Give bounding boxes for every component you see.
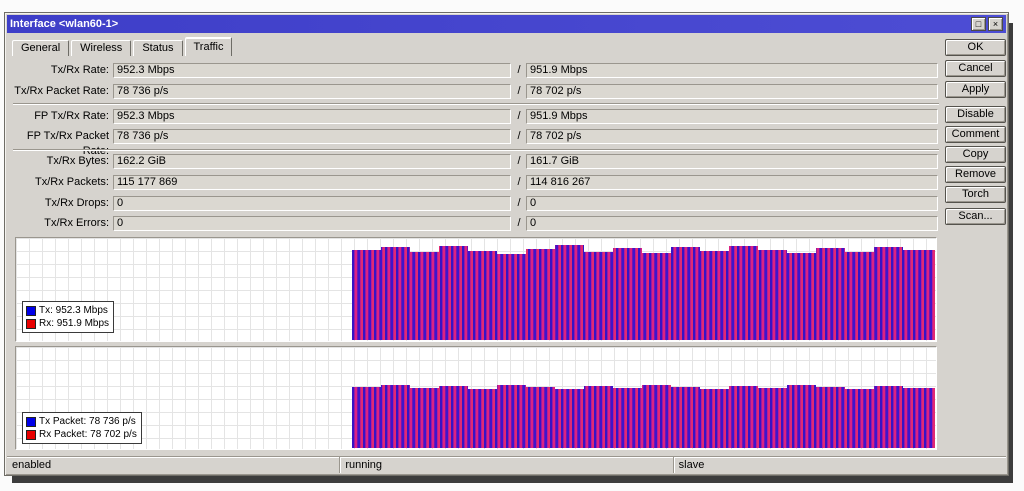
packet-rate-legend: Tx Packet: 78 736 p/s Rx Packet: 78 702 … — [22, 412, 142, 444]
tab-status[interactable]: Status — [133, 40, 183, 56]
tab-traffic[interactable]: Traffic — [184, 37, 233, 56]
txrx-errors-tx-field[interactable]: 0 — [113, 216, 511, 231]
rx-packet-legend-swatch — [26, 429, 36, 440]
txrx-packet-rate-rx-field[interactable]: 78 702 p/s — [526, 84, 938, 99]
txrx-errors-rx-field[interactable]: 0 — [526, 216, 938, 231]
txrx-drops-tx-field[interactable]: 0 — [113, 196, 511, 211]
scan-button[interactable]: Scan... — [945, 208, 1006, 225]
tab-general[interactable]: General — [12, 40, 70, 56]
rx-legend-swatch — [26, 318, 36, 329]
txrx-packets-tx-field[interactable]: 115 177 869 — [113, 175, 511, 190]
status-running: running — [339, 457, 672, 473]
ok-button[interactable]: OK — [945, 39, 1006, 56]
status-bar: enabled running slave — [7, 456, 1006, 473]
fp-txrx-packet-rate-tx-field[interactable]: 78 736 p/s — [113, 129, 511, 144]
maximize-icon[interactable]: □ — [971, 17, 986, 31]
txrx-bytes-tx-field[interactable]: 162.2 GiB — [113, 154, 511, 169]
remove-button[interactable]: Remove — [945, 166, 1006, 183]
comment-button[interactable]: Comment — [945, 126, 1006, 143]
txrx-packet-rate-tx-field[interactable]: 78 736 p/s — [113, 84, 511, 99]
interface-dialog: Interface <wlan60-1> □ × General Wireles… — [4, 12, 1009, 476]
fp-txrx-rate-label: FP Tx/Rx Rate: — [34, 110, 109, 122]
slash-separator: / — [517, 176, 521, 188]
traffic-rate-bars — [352, 245, 935, 340]
close-icon[interactable]: × — [988, 17, 1003, 31]
slash-separator: / — [517, 155, 521, 167]
slash-separator: / — [517, 197, 521, 209]
txrx-packet-rate-label: Tx/Rx Packet Rate: — [14, 85, 109, 97]
title-bar: Interface <wlan60-1> □ × — [7, 15, 1006, 33]
cancel-button[interactable]: Cancel — [945, 60, 1006, 77]
slash-separator: / — [517, 217, 521, 229]
fp-txrx-rate-tx-field[interactable]: 952.3 Mbps — [113, 109, 511, 124]
traffic-rate-legend: Tx: 952.3 Mbps Rx: 951.9 Mbps — [22, 301, 115, 333]
txrx-drops-label: Tx/Rx Drops: — [44, 197, 109, 209]
traffic-rate-chart: Tx: 952.3 Mbps Rx: 951.9 Mbps — [15, 237, 937, 342]
packet-rate-bars — [352, 385, 935, 448]
tx-legend-label: Tx: 952.3 Mbps — [39, 305, 108, 316]
tx-packet-legend-label: Tx Packet: 78 736 p/s — [39, 416, 136, 427]
group-separator — [13, 103, 939, 105]
rx-packet-legend-label: Rx Packet: 78 702 p/s — [39, 429, 137, 440]
txrx-rate-rx-field[interactable]: 951.9 Mbps — [526, 63, 938, 78]
tab-wireless[interactable]: Wireless — [71, 40, 132, 56]
txrx-packets-label: Tx/Rx Packets: — [35, 176, 109, 188]
txrx-bytes-rx-field[interactable]: 161.7 GiB — [526, 154, 938, 169]
txrx-rate-tx-field[interactable]: 952.3 Mbps — [113, 63, 511, 78]
slash-separator: / — [517, 85, 521, 97]
slash-separator: / — [517, 130, 521, 142]
txrx-packets-rx-field[interactable]: 114 816 267 — [526, 175, 938, 190]
tab-strip: General Wireless Status Traffic — [12, 37, 234, 56]
tx-packet-legend-swatch — [26, 416, 36, 427]
packet-rate-chart: Tx Packet: 78 736 p/s Rx Packet: 78 702 … — [15, 346, 937, 450]
rx-legend-label: Rx: 951.9 Mbps — [39, 318, 110, 329]
disable-button[interactable]: Disable — [945, 106, 1006, 123]
slash-separator: / — [517, 64, 521, 76]
window-title: Interface <wlan60-1> — [10, 18, 119, 30]
status-enabled: enabled — [12, 459, 52, 471]
txrx-bytes-label: Tx/Rx Bytes: — [46, 155, 109, 167]
slash-separator: / — [517, 110, 521, 122]
txrx-errors-label: Tx/Rx Errors: — [44, 217, 109, 229]
copy-button[interactable]: Copy — [945, 146, 1006, 163]
apply-button[interactable]: Apply — [945, 81, 1006, 98]
tx-legend-swatch — [26, 305, 36, 316]
txrx-rate-label: Tx/Rx Rate: — [50, 64, 109, 76]
group-separator — [13, 149, 939, 151]
status-slave: slave — [672, 457, 1006, 473]
txrx-drops-rx-field[interactable]: 0 — [526, 196, 938, 211]
fp-txrx-rate-rx-field[interactable]: 951.9 Mbps — [526, 109, 938, 124]
fp-txrx-packet-rate-rx-field[interactable]: 78 702 p/s — [526, 129, 938, 144]
torch-button[interactable]: Torch — [945, 186, 1006, 203]
